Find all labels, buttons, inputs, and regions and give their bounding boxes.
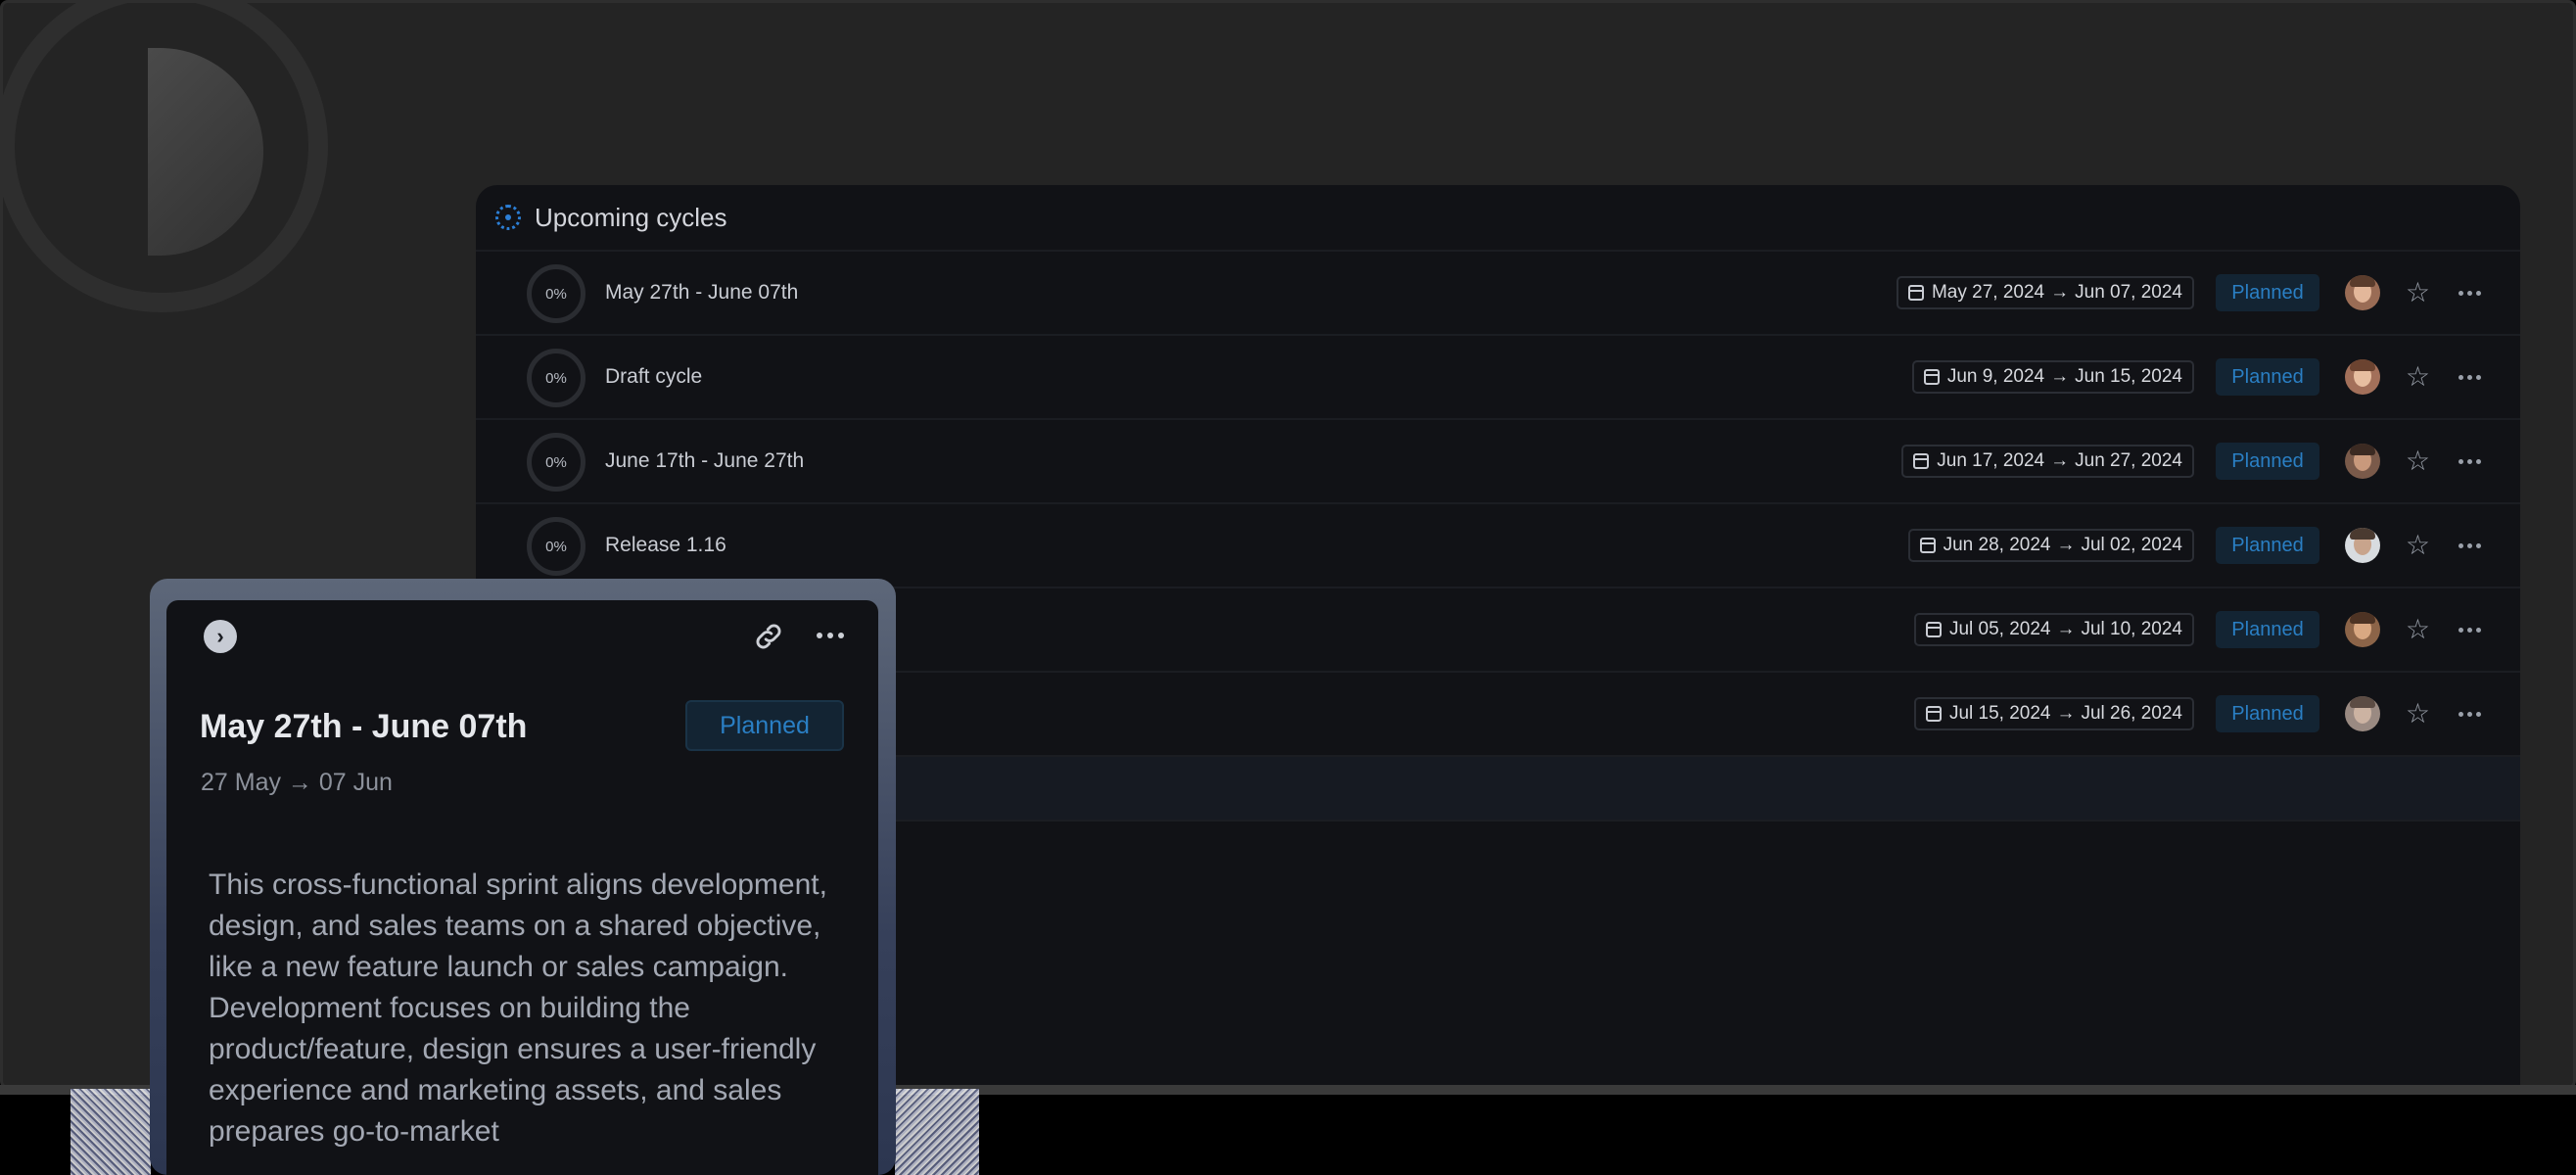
more-icon[interactable]	[2459, 711, 2481, 717]
more-icon[interactable]	[2459, 458, 2481, 464]
star-icon[interactable]: ☆	[2406, 363, 2430, 391]
progress-indicator: 0%	[527, 349, 585, 407]
cycle-description: This cross-functional sprint aligns deve…	[209, 869, 827, 1148]
avatar[interactable]	[2345, 444, 2380, 479]
avatar[interactable]	[2345, 528, 2380, 563]
cycle-row[interactable]: 0% Draft cycle Jun 9, 2024 → Jun 15, 202…	[476, 336, 2520, 420]
cycle-name[interactable]: May 27th - June 07th	[605, 281, 798, 305]
end-date: Jun 15, 2024	[2075, 366, 2182, 387]
cycle-row[interactable]: 0% June 17th - June 27th Jun 17, 2024 → …	[476, 420, 2520, 504]
more-icon[interactable]	[2459, 627, 2481, 633]
status-badge[interactable]: Planned	[2216, 527, 2319, 564]
start-date: Jun 17, 2024	[1937, 450, 2045, 471]
cycle-dates: 27 May → 07 Jun	[201, 769, 393, 796]
calendar-icon	[1907, 285, 1924, 301]
end-date: Jul 26, 2024	[2081, 703, 2182, 724]
star-icon[interactable]: ☆	[2406, 279, 2430, 306]
panel-header: Upcoming cycles	[476, 185, 2520, 252]
start-date: May 27, 2024	[1931, 282, 2045, 303]
calendar-icon	[1923, 369, 1940, 385]
avatar[interactable]	[2345, 696, 2380, 731]
progress-indicator: 0%	[527, 433, 585, 492]
avatar[interactable]	[2345, 275, 2380, 310]
more-icon[interactable]	[2459, 290, 2481, 296]
cycle-icon	[495, 205, 521, 230]
cycle-detail-card: › May 27th - June 07th Planned 27 May → …	[166, 600, 878, 1175]
status-badge[interactable]: Planned	[685, 700, 844, 751]
chevron-right-icon[interactable]: ›	[204, 620, 237, 653]
star-icon[interactable]: ☆	[2406, 616, 2430, 643]
start-date: Jul 15, 2024	[1948, 703, 2051, 724]
status-badge[interactable]: Planned	[2216, 611, 2319, 648]
decorative-noise	[70, 1089, 151, 1175]
end-date: Jul 02, 2024	[2081, 535, 2182, 555]
panel-title: Upcoming cycles	[535, 202, 727, 232]
arrow-right-icon: →	[2056, 703, 2076, 724]
date-range-button[interactable]: Jul 15, 2024 → Jul 26, 2024	[1913, 697, 2194, 730]
arrow-right-icon: →	[2056, 619, 2076, 639]
arrow-right-icon: →	[2050, 282, 2070, 303]
status-badge[interactable]: Planned	[2216, 274, 2319, 311]
link-icon[interactable]	[752, 620, 785, 653]
arrow-right-icon: →	[2050, 366, 2070, 387]
cycle-name[interactable]: June 17th - June 27th	[605, 449, 804, 473]
start-date: Jun 28, 2024	[1943, 535, 2051, 555]
more-icon[interactable]	[2459, 542, 2481, 548]
star-icon[interactable]: ☆	[2406, 532, 2430, 559]
cycle-name[interactable]: Draft cycle	[605, 365, 702, 389]
arrow-right-icon: →	[2056, 535, 2076, 555]
arrow-right-icon: →	[2050, 450, 2070, 471]
date-range-button[interactable]: May 27, 2024 → Jun 07, 2024	[1896, 276, 2194, 309]
date-range-button[interactable]: Jun 17, 2024 → Jun 27, 2024	[1901, 445, 2194, 478]
cycle-title: May 27th - June 07th	[200, 708, 528, 745]
more-icon[interactable]	[2459, 374, 2481, 380]
star-icon[interactable]: ☆	[2406, 700, 2430, 728]
status-badge[interactable]: Planned	[2216, 358, 2319, 396]
date-range-button[interactable]: Jun 28, 2024 → Jul 02, 2024	[1907, 529, 2194, 562]
calendar-icon	[1919, 538, 1936, 553]
status-badge[interactable]: Planned	[2216, 443, 2319, 480]
start-date: Jun 9, 2024	[1946, 366, 2045, 387]
decorative-noise	[895, 1089, 979, 1175]
end-date: Jul 10, 2024	[2081, 619, 2182, 639]
more-icon[interactable]	[817, 633, 844, 638]
date-range-button[interactable]: Jul 05, 2024 → Jul 10, 2024	[1913, 613, 2194, 646]
avatar[interactable]	[2345, 612, 2380, 647]
calendar-icon	[1925, 706, 1942, 722]
end-date: Jun 07, 2024	[2075, 282, 2182, 303]
date-range-button[interactable]: Jun 9, 2024 → Jun 15, 2024	[1911, 360, 2194, 394]
star-icon[interactable]: ☆	[2406, 447, 2430, 475]
calendar-icon	[1925, 622, 1942, 637]
cycle-name[interactable]: Release 1.16	[605, 534, 726, 557]
calendar-icon	[1913, 453, 1930, 469]
end-date: Jun 27, 2024	[2075, 450, 2182, 471]
avatar[interactable]	[2345, 359, 2380, 395]
cycle-row[interactable]: 0% Release 1.16 Jun 28, 2024 → Jul 02, 2…	[476, 504, 2520, 588]
cycle-row[interactable]: 0% May 27th - June 07th May 27, 2024 → J…	[476, 252, 2520, 336]
progress-indicator: 0%	[527, 517, 585, 576]
start-date: Jul 05, 2024	[1948, 619, 2051, 639]
status-badge[interactable]: Planned	[2216, 695, 2319, 732]
progress-indicator: 0%	[527, 264, 585, 323]
